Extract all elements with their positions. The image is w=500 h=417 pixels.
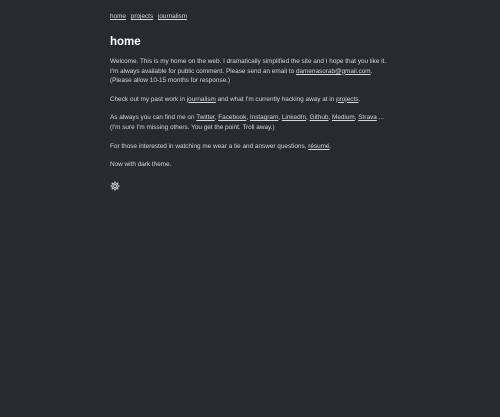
resume-text: For those interested in watching me wear… [110, 142, 309, 150]
top-nav: home projects journalism [110, 12, 390, 22]
page-title: home [110, 36, 141, 48]
intro-paragraph: Welcome. This is my home on the web. I d… [110, 57, 390, 86]
email-link[interactable]: damenasorab@gmail.com [296, 68, 371, 75]
work-paragraph: Check out my past work in journalism and… [110, 95, 390, 105]
theme-note: Now with dark theme. [110, 161, 172, 169]
work-text: Check out my past work in [110, 95, 187, 103]
instagram-link[interactable]: Instagram [250, 114, 278, 121]
github-link[interactable]: Github [310, 114, 329, 121]
social-paragraph: As always you can find me on Twitter, Fa… [110, 114, 384, 131]
nav-link-projects[interactable]: projects [131, 13, 153, 20]
gear-icon[interactable] [110, 180, 120, 191]
gear-icon-svg [110, 180, 120, 191]
nav-link-journalism[interactable]: journalism [158, 13, 187, 20]
resume-link[interactable]: résumé [308, 143, 329, 150]
work-text-middle: and what I'm currently hacking away at i… [215, 95, 337, 103]
journalism-link[interactable]: journalism [187, 96, 216, 103]
work-text-end: . [358, 95, 361, 103]
resume-text-end: . [329, 142, 332, 150]
resume-paragraph: For those interested in watching me wear… [110, 142, 390, 152]
medium-link[interactable]: Medium [332, 114, 355, 121]
twitter-link[interactable]: Twitter [196, 114, 214, 121]
page-container: home projects journalism home Welcome. T… [110, 12, 390, 194]
strava-link[interactable]: Strava [358, 114, 376, 121]
social-text: As always you can find me on [110, 114, 197, 122]
projects-link[interactable]: projects [336, 96, 358, 103]
nav-link-home[interactable]: home [110, 13, 126, 20]
linkedin-link[interactable]: LinkedIn [282, 114, 306, 121]
facebook-link[interactable]: Facebook [218, 114, 246, 121]
